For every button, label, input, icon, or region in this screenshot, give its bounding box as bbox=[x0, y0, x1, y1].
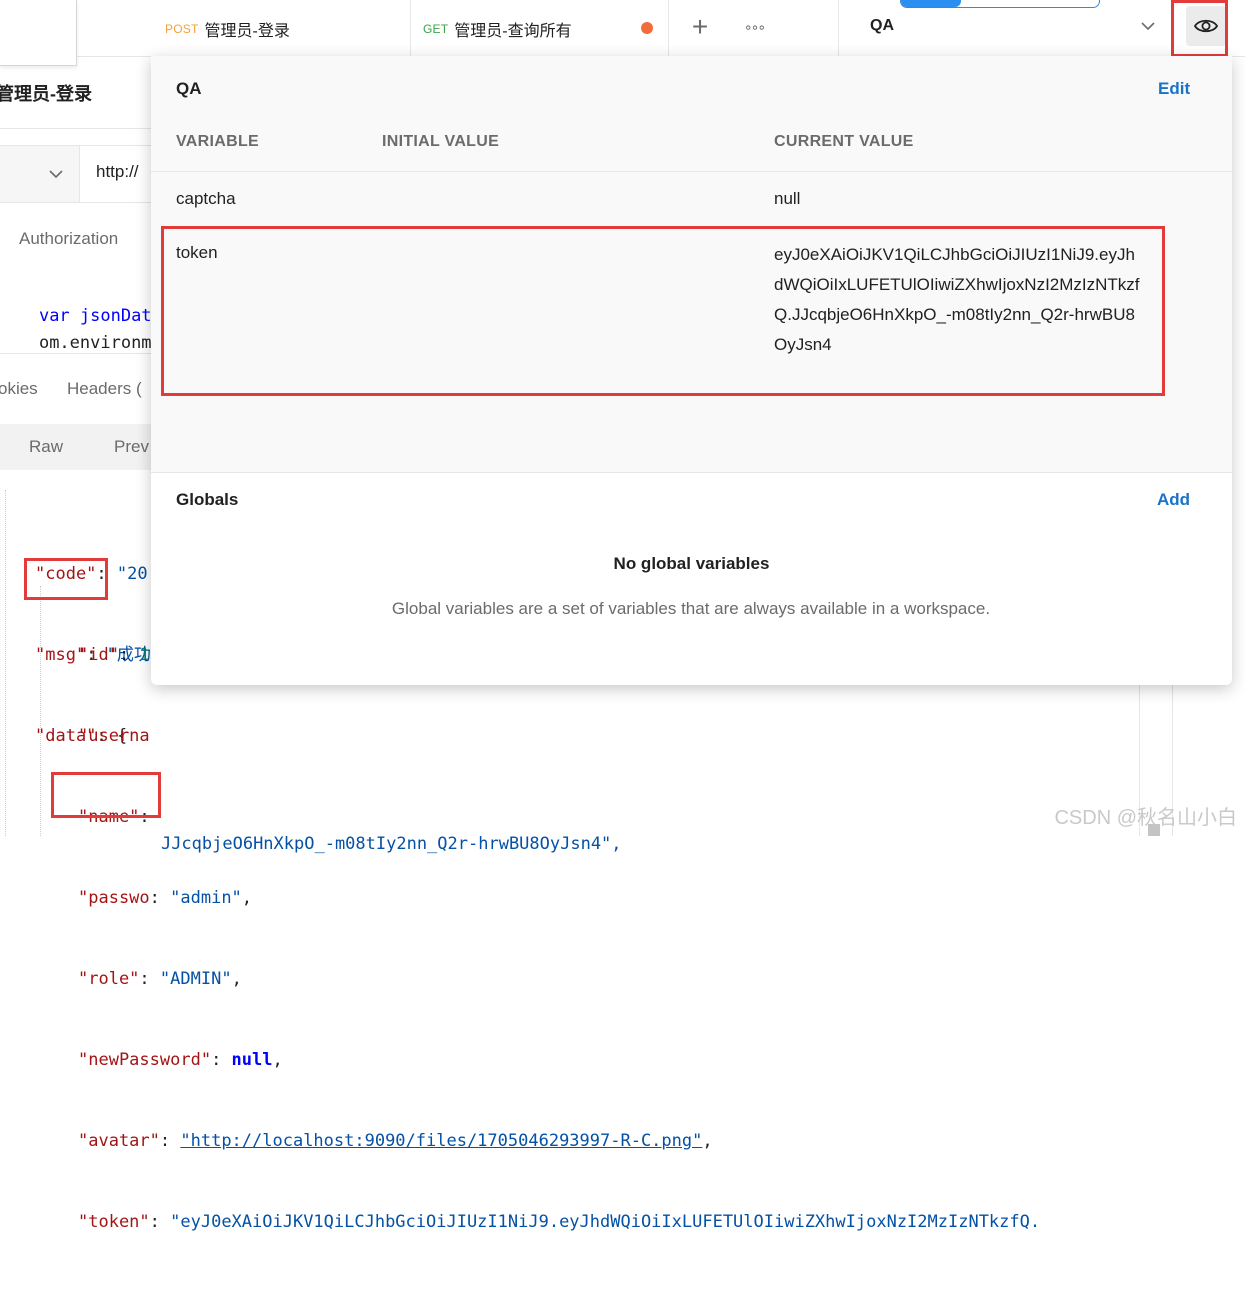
variable-current-captcha: null bbox=[774, 189, 800, 209]
json-key: "avatar" bbox=[78, 1131, 160, 1151]
method-select[interactable] bbox=[0, 146, 80, 202]
highlight-token-key bbox=[51, 772, 161, 818]
add-global-button[interactable]: Add bbox=[1157, 490, 1190, 510]
avatar-link[interactable]: "http://localhost:9090/files/17050462939… bbox=[180, 1131, 702, 1151]
tab-bar-divider bbox=[838, 0, 839, 57]
environment-quick-look-popover: QA Edit VARIABLE INITIAL VALUE CURRENT V… bbox=[151, 56, 1232, 685]
json-key: "role" bbox=[78, 969, 139, 989]
json-key: "token" bbox=[78, 1212, 150, 1232]
column-header-initial-value: INITIAL VALUE bbox=[382, 133, 499, 151]
tab-authorization[interactable]: Authorization bbox=[19, 229, 118, 249]
environment-toggle-indicator bbox=[900, 0, 1100, 8]
tab-bar: POST 管理员-登录 GET 管理员-查询所有 + ∘∘∘ QA bbox=[0, 0, 1245, 57]
tab-method-post: POST bbox=[165, 22, 198, 36]
response-view-tabs: Raw Prev bbox=[0, 424, 151, 470]
divider bbox=[151, 171, 1232, 172]
highlight-data-key bbox=[24, 558, 108, 600]
globals-title: Globals bbox=[176, 490, 238, 510]
tab-label: 管理员-查询所有 bbox=[454, 17, 571, 41]
more-tabs-button[interactable]: ∘∘∘ bbox=[738, 14, 770, 42]
tab-preview[interactable]: Prev bbox=[114, 424, 149, 470]
divider bbox=[0, 353, 151, 354]
unsaved-dot-icon bbox=[641, 22, 653, 34]
json-value: 1 bbox=[139, 645, 149, 665]
url-input[interactable]: http:// bbox=[96, 162, 139, 182]
new-tab-button[interactable]: + bbox=[684, 12, 716, 44]
json-key: "userna bbox=[78, 726, 150, 746]
tab-cookies[interactable]: okies bbox=[0, 379, 38, 399]
globals-empty-title: No global variables bbox=[151, 554, 1232, 574]
json-key: "id" bbox=[78, 645, 119, 665]
tab-method-get: GET bbox=[423, 22, 448, 36]
tab-admin-login[interactable]: POST 管理员-登录 bbox=[152, 0, 411, 57]
environment-selector[interactable]: QA bbox=[870, 17, 894, 35]
highlight-eye-button bbox=[1171, 0, 1228, 57]
tab-label: 管理员-登录 bbox=[204, 17, 289, 41]
json-value: "eyJ0eXAiOiJKV1QiLCJhbGciOiJIUzI1NiJ9.ey… bbox=[170, 1212, 1040, 1232]
highlight-token-row bbox=[161, 226, 1165, 396]
chevron-down-icon bbox=[46, 164, 66, 184]
json-key: "newPassword" bbox=[78, 1050, 211, 1070]
json-value: "admin" bbox=[170, 888, 242, 908]
column-header-current-value: CURRENT VALUE bbox=[774, 133, 914, 151]
json-value: null bbox=[232, 1050, 273, 1070]
json-value: JJcqbjeO6HnXkpO_-m08tIy2nn_Q2r-hrwBU8OyJ… bbox=[161, 834, 622, 854]
script-editor: var jsonData = om.environment. bbox=[0, 276, 151, 336]
sidebar-collapsed-panel bbox=[0, 0, 77, 66]
json-key: "passwo bbox=[78, 888, 150, 908]
divider bbox=[0, 128, 151, 129]
json-value: "ADMIN" bbox=[160, 969, 232, 989]
request-title: 管理员-登录 bbox=[0, 80, 92, 106]
divider bbox=[151, 472, 1232, 473]
watermark: CSDN @秋名山小白 bbox=[1054, 801, 1237, 830]
edit-environment-button[interactable]: Edit bbox=[1158, 79, 1190, 99]
json-value: "20 bbox=[117, 564, 148, 584]
column-header-variable: VARIABLE bbox=[176, 133, 259, 151]
chevron-down-icon[interactable] bbox=[1138, 16, 1158, 36]
globals-empty-description: Global variables are a set of variables … bbox=[391, 594, 991, 624]
tab-raw[interactable]: Raw bbox=[6, 424, 86, 470]
tab-headers[interactable]: Headers ( bbox=[67, 379, 142, 399]
tab-admin-query-all[interactable]: GET 管理员-查询所有 bbox=[411, 0, 669, 57]
divider bbox=[0, 202, 151, 203]
variable-name-captcha: captcha bbox=[176, 189, 236, 209]
environment-title: QA bbox=[176, 79, 202, 99]
